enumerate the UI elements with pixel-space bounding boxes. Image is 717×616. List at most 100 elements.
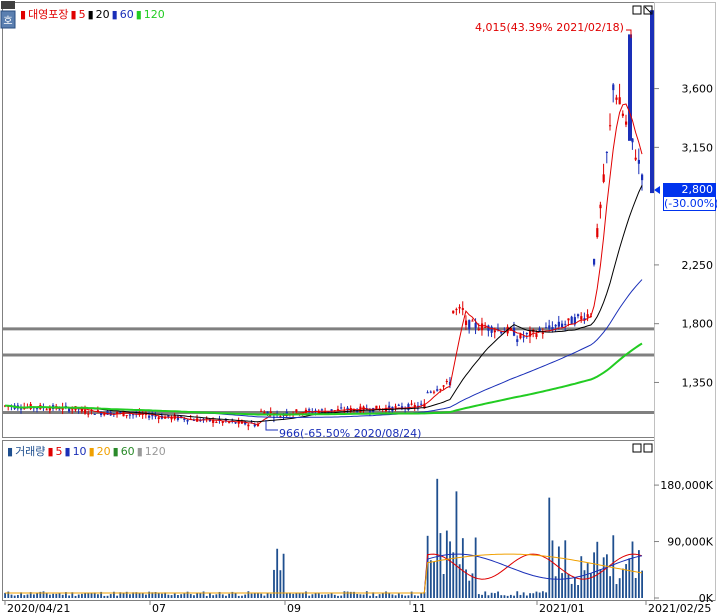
- candle-body: [608, 125, 612, 127]
- candle-body: [128, 414, 132, 416]
- volume-bar: [237, 595, 240, 598]
- price-legend-label-3[interactable]: 60: [120, 8, 134, 21]
- volume-bar: [74, 595, 77, 598]
- panel-icon: 호: [0, 1, 16, 29]
- volume-bar: [365, 591, 368, 598]
- volume-legend-label-5[interactable]: 120: [145, 445, 166, 458]
- candle-body: [538, 328, 541, 332]
- candle-body: [36, 408, 39, 410]
- volume-bar: [122, 592, 125, 598]
- price-legend-label-0[interactable]: 대영포장: [28, 8, 68, 21]
- volume-bar: [413, 595, 416, 598]
- candle-body: [183, 418, 186, 420]
- restore-icon[interactable]: [632, 5, 642, 15]
- candle-body: [541, 332, 544, 334]
- candle-body: [612, 84, 615, 91]
- candle-body: [461, 308, 464, 310]
- volume-legend-label-4[interactable]: 60: [121, 445, 135, 458]
- candle-body: [221, 421, 224, 423]
- candle-body: [493, 330, 496, 333]
- volume-bar: [513, 595, 515, 598]
- volume-bar: [193, 595, 195, 598]
- pane-toggle-button[interactable]: 호: [0, 0, 16, 30]
- volume-legend-label-0[interactable]: 거래량: [15, 445, 45, 458]
- date-label: 07: [152, 602, 166, 615]
- volume-bar: [417, 595, 419, 598]
- candle-body: [295, 409, 298, 412]
- candle-body: [474, 322, 477, 328]
- volume-bar: [545, 592, 547, 598]
- volume-bar: [481, 594, 483, 598]
- volume-bar: [442, 574, 445, 598]
- volume-bar: [455, 491, 458, 598]
- volume-bar: [461, 538, 464, 598]
- volume-bar: [567, 573, 570, 598]
- volume-legend-label-1[interactable]: 5: [56, 445, 63, 458]
- volume-bar: [621, 568, 624, 598]
- volume-legend-label-3[interactable]: 20: [97, 445, 111, 458]
- volume-bar: [529, 593, 531, 598]
- volume-bar: [449, 541, 451, 598]
- volume-bar: [420, 593, 423, 598]
- volume-legend-label-2[interactable]: 10: [73, 445, 87, 458]
- volume-bar: [4, 592, 6, 598]
- volume-bar: [81, 593, 83, 598]
- candle-body: [436, 389, 439, 391]
- volume-bar: [631, 541, 634, 598]
- candle-body: [468, 320, 471, 330]
- candle-body: [637, 159, 640, 164]
- volume-bar: [103, 595, 106, 598]
- candle-body: [186, 419, 189, 422]
- chart-canvas[interactable]: 1,3501,8002,2503,1503,6000K90,000K180,00…: [0, 0, 717, 616]
- date-label: 09: [287, 602, 301, 615]
- volume-bar: [474, 537, 477, 598]
- volume-bar: [493, 593, 496, 598]
- date-label: 2020/04/21: [7, 602, 70, 615]
- volume-tick-label: 90,000K: [667, 536, 713, 549]
- volume-bar: [177, 595, 179, 598]
- volume-bar: [321, 594, 323, 598]
- volume-bar: [637, 550, 640, 598]
- volume-bar: [87, 593, 90, 598]
- volume-bar: [516, 591, 519, 598]
- candle-body: [519, 333, 522, 339]
- price-legend-label-2[interactable]: 20: [96, 8, 110, 21]
- volume-bar: [13, 595, 16, 598]
- volume-bar: [503, 595, 506, 598]
- restore-icon-volume[interactable]: [632, 443, 642, 453]
- volume-bar: [548, 497, 551, 598]
- volume-bar: [477, 594, 480, 598]
- volume-bar: [138, 593, 141, 598]
- close-icon-volume[interactable]: [643, 443, 653, 453]
- volume-legend-marker-3: ▮: [88, 445, 95, 458]
- candle-body: [525, 332, 528, 334]
- price-legend: ▮ 대영포장 ▮ 5 ▮ 20 ▮ 60 ▮ 120: [20, 8, 167, 21]
- volume-bar: [468, 580, 471, 598]
- volume-bar: [183, 593, 186, 598]
- price-legend-label-4[interactable]: 120: [144, 8, 165, 21]
- volume-ma-line: [5, 553, 643, 594]
- volume-bar: [106, 595, 109, 598]
- candle-body: [228, 421, 231, 423]
- volume-ma-line: [5, 553, 643, 594]
- candle-body: [576, 314, 580, 317]
- candle-body: [592, 258, 596, 265]
- volume-bar: [279, 570, 282, 598]
- volume-layer: [4, 478, 643, 598]
- candle-body: [567, 318, 570, 321]
- volume-bar: [308, 595, 311, 598]
- candle-body: [84, 409, 87, 414]
- price-legend-label-1[interactable]: 5: [79, 8, 86, 21]
- volume-bar: [189, 594, 192, 598]
- candle-body: [103, 413, 106, 416]
- candle-body: [253, 424, 256, 427]
- candle-body: [445, 380, 448, 382]
- volume-bar: [241, 595, 243, 598]
- volume-bar: [609, 576, 611, 598]
- volume-bar: [45, 593, 48, 598]
- candle-body: [621, 113, 624, 116]
- volume-bar: [439, 533, 442, 598]
- volume-bar: [36, 593, 39, 598]
- volume-bar: [269, 593, 272, 598]
- volume-bar: [301, 593, 304, 598]
